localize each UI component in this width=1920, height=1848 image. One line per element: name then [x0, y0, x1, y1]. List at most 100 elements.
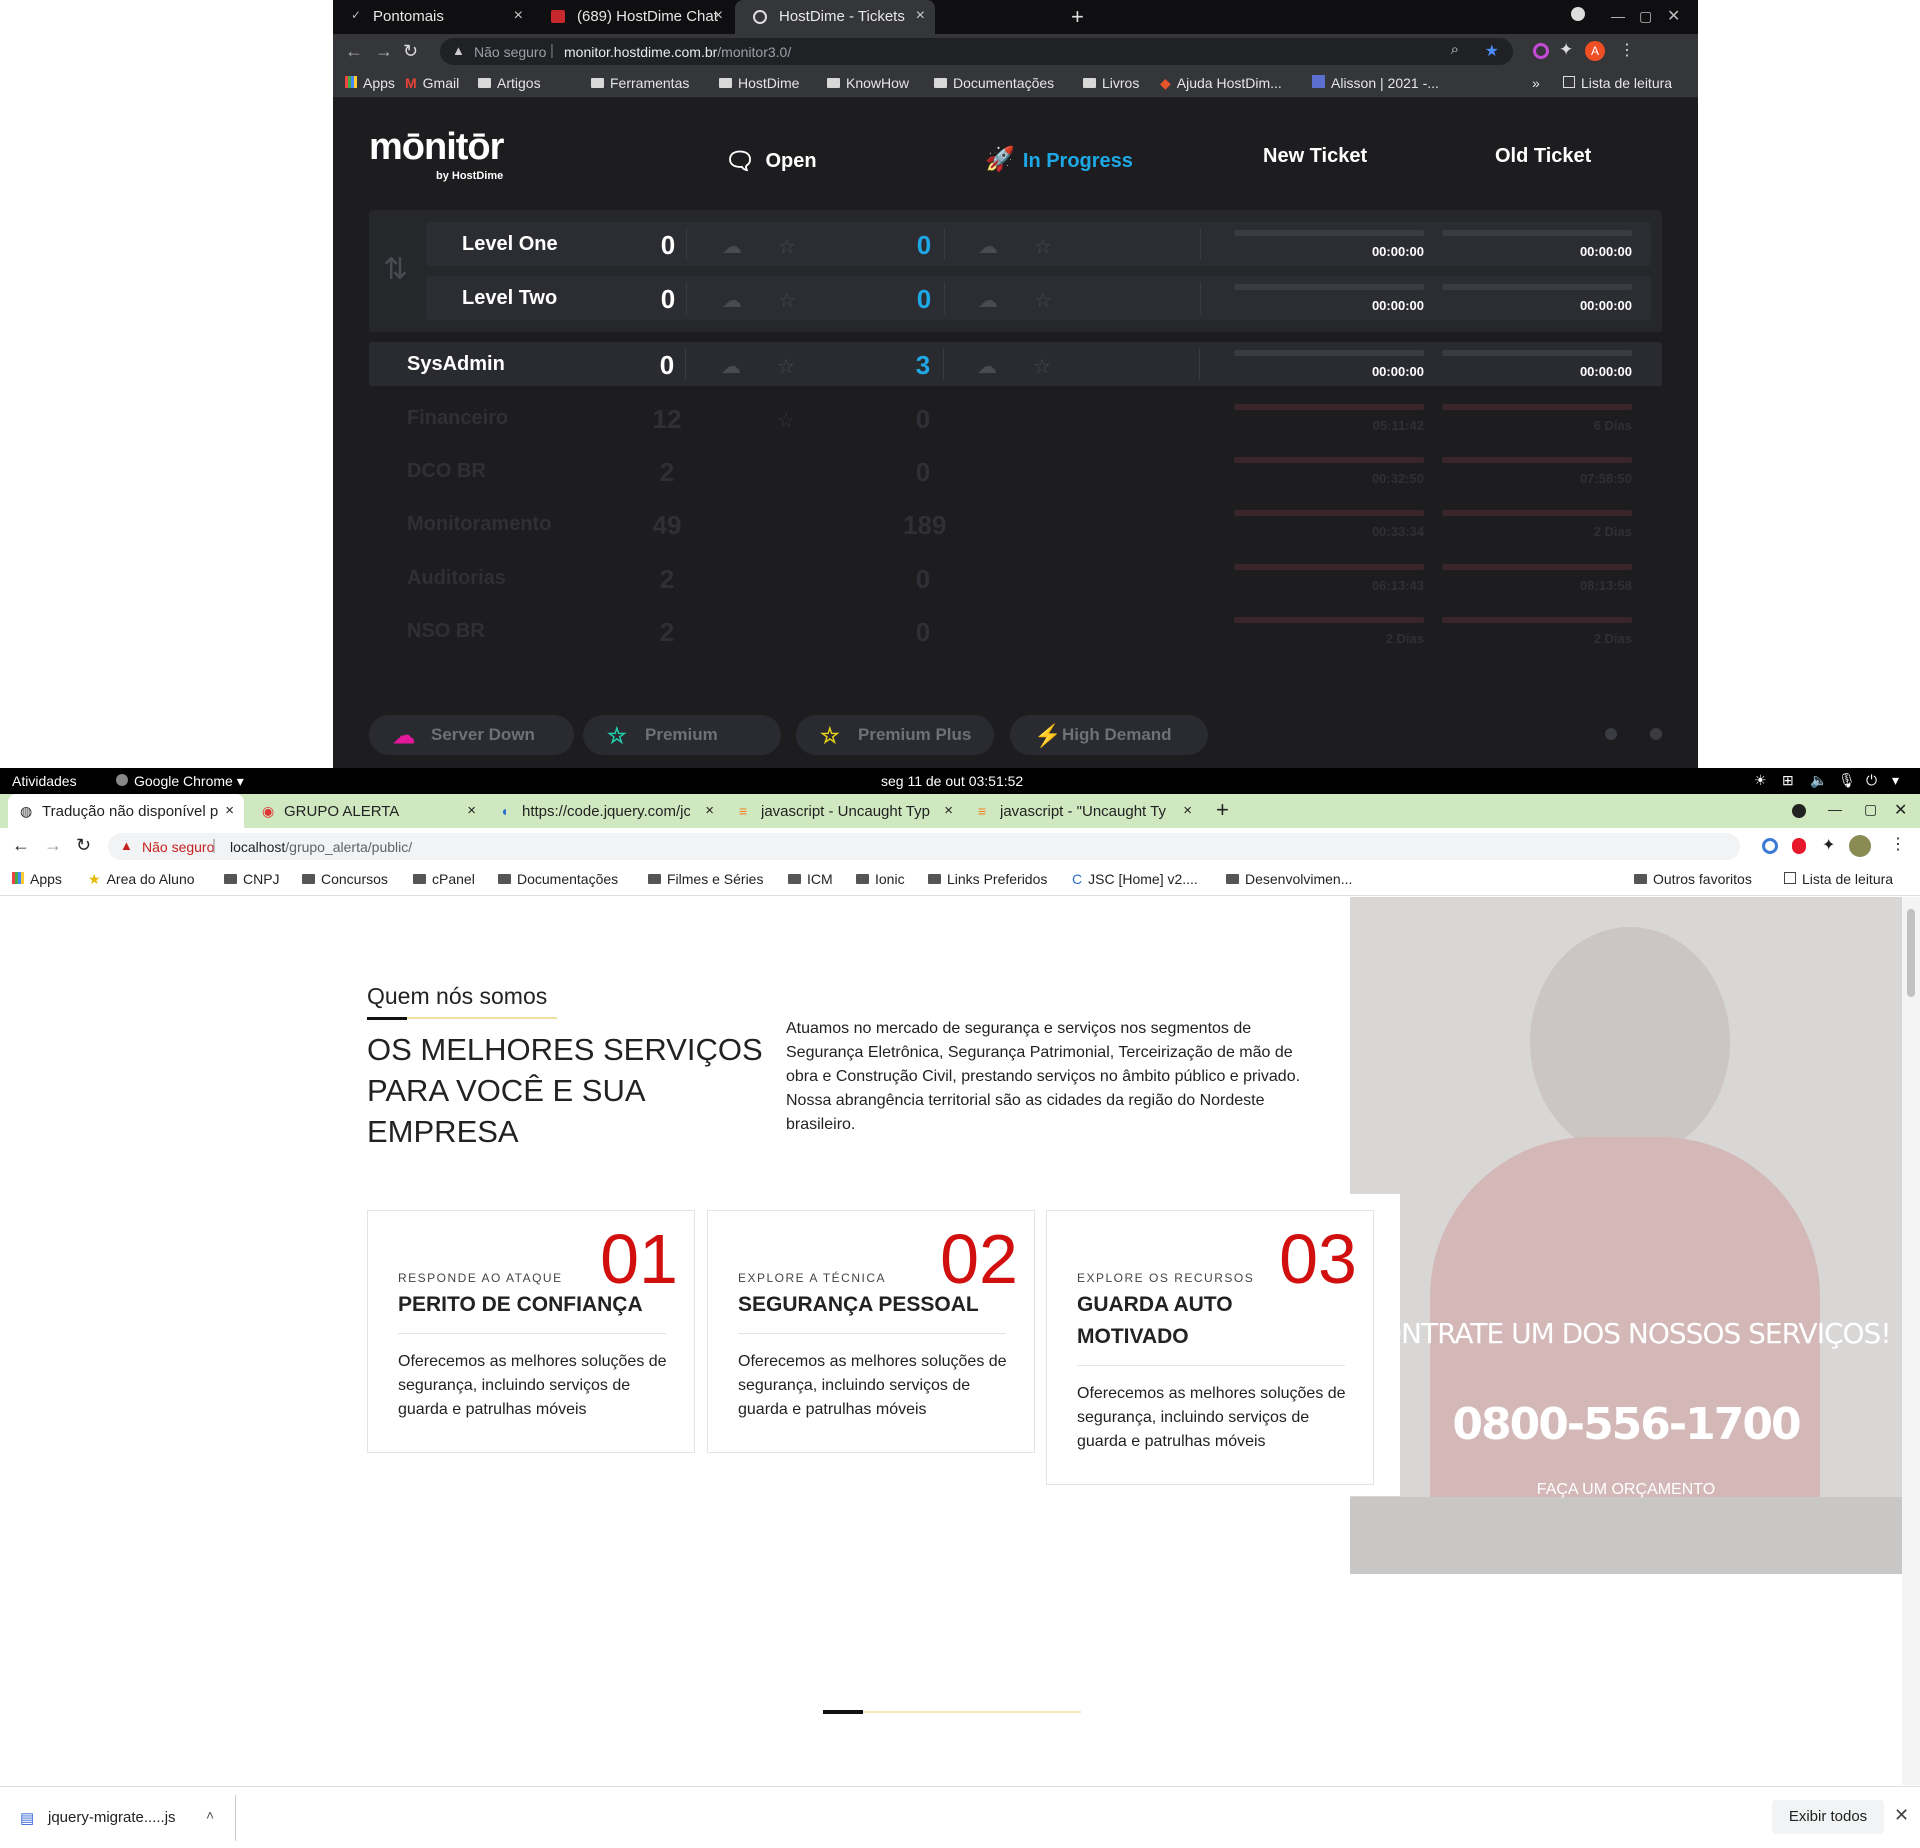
- bookmark-area-aluno[interactable]: ★ Area do Aluno: [88, 871, 195, 888]
- nav-old-ticket[interactable]: Old Ticket: [1495, 145, 1591, 168]
- reload-icon[interactable]: ↻: [403, 41, 418, 62]
- back-icon[interactable]: ←: [12, 835, 30, 856]
- app-menu[interactable]: Google Chrome ▾: [116, 773, 244, 790]
- volume-icon[interactable]: 🔈: [1810, 772, 1827, 789]
- nav-in-progress[interactable]: 🚀 In Progress: [985, 145, 1133, 174]
- bookmark-artigos[interactable]: Artigos: [478, 75, 541, 91]
- nav-open[interactable]: 🗨 Open: [725, 145, 817, 175]
- bookmark-livros[interactable]: Livros: [1083, 75, 1139, 91]
- bookmark-apps[interactable]: Apps: [345, 75, 395, 91]
- minimize-icon[interactable]: —: [1611, 8, 1625, 24]
- tab-stackoverflow-1[interactable]: ≡ javascript - Uncaught Typ ×: [727, 794, 963, 828]
- tab-hostdime-tickets[interactable]: HostDime - Tickets ×: [735, 0, 935, 34]
- bookmark-links-preferidos[interactable]: Links Preferidos: [928, 871, 1047, 887]
- scrollbar[interactable]: [1902, 897, 1920, 1785]
- search-icon[interactable]: ⌕: [1451, 41, 1459, 58]
- close-tab-icon[interactable]: ×: [714, 7, 723, 25]
- legend-server-down[interactable]: ☁ Server Down: [369, 715, 574, 755]
- puzzle-icon[interactable]: ✦: [1559, 40, 1573, 60]
- legend-premium[interactable]: ☆ Premium: [583, 715, 781, 755]
- bookmark-documentacoes[interactable]: Documentações: [934, 75, 1054, 91]
- close-window-icon[interactable]: ✕: [1894, 800, 1907, 820]
- network-icon[interactable]: ⊞: [1782, 772, 1794, 789]
- download-item[interactable]: jquery-migrate.....js: [48, 1809, 176, 1826]
- address-bar[interactable]: ▲ Não seguro | monitor.hostdime.com.br/m…: [440, 38, 1513, 65]
- tab-jquery[interactable]: ◖ https://code.jquery.com/jc ×: [488, 794, 724, 828]
- forward-icon[interactable]: →: [375, 41, 393, 62]
- avatar[interactable]: [1849, 835, 1871, 857]
- carousel-dot[interactable]: [1650, 728, 1662, 740]
- service-card[interactable]: 01 RESPONDE AO ATAQUE PERITO DE CONFIANÇ…: [367, 1210, 695, 1453]
- new-tab-icon[interactable]: +: [1071, 4, 1084, 30]
- bookmark-knowhow[interactable]: KnowHow: [827, 75, 909, 91]
- profile-menu-icon[interactable]: [1792, 804, 1806, 818]
- show-all-button[interactable]: Exibir todos: [1772, 1800, 1884, 1834]
- bookmark-documentacoes[interactable]: Documentações: [498, 871, 618, 887]
- bookmark-concursos[interactable]: Concursos: [302, 871, 388, 887]
- reload-icon[interactable]: ↻: [76, 835, 91, 856]
- bookmark-apps[interactable]: Apps: [12, 871, 62, 887]
- menu-icon[interactable]: ⋮: [1619, 40, 1635, 60]
- scrollbar-thumb[interactable]: [1907, 909, 1915, 997]
- close-window-icon[interactable]: ✕: [1667, 6, 1680, 26]
- bookmark-reading-list[interactable]: Lista de leitura: [1784, 871, 1893, 887]
- star-icon[interactable]: ★: [1485, 41, 1499, 61]
- chevron-up-icon[interactable]: ˄: [206, 1807, 214, 1823]
- bookmark-cpanel[interactable]: cPanel: [413, 871, 475, 887]
- back-icon[interactable]: ←: [345, 41, 363, 62]
- puzzle-icon[interactable]: ✦: [1822, 835, 1835, 855]
- address-bar[interactable]: ▲ Não seguro | localhost/grupo_alerta/pu…: [108, 833, 1740, 860]
- bookmark-cnpj[interactable]: CNPJ: [224, 871, 280, 887]
- profile-menu-icon[interactable]: [1571, 7, 1585, 21]
- slider-progress-indicator[interactable]: [823, 1710, 863, 1714]
- bookmark-desenvolvimento[interactable]: Desenvolvimen...: [1226, 871, 1352, 887]
- cta-phone[interactable]: 0800-556-1700: [1350, 1399, 1902, 1450]
- bookmark-ajuda-hostdime[interactable]: ◆ Ajuda HostDim...: [1160, 75, 1282, 92]
- bookmark-icm[interactable]: ICM: [788, 871, 833, 887]
- legend-premium-plus[interactable]: ☆ Premium Plus: [796, 715, 994, 755]
- bookmark-alisson[interactable]: Alisson | 2021 -...: [1312, 75, 1439, 91]
- restore-icon[interactable]: ▢: [1639, 8, 1652, 25]
- bookmark-filmes[interactable]: Filmes e Séries: [648, 871, 763, 887]
- bookmarks-overflow-icon[interactable]: »: [1532, 75, 1540, 91]
- legend-high-demand[interactable]: ⚡ High Demand: [1010, 715, 1208, 755]
- service-card[interactable]: 02 EXPLORE A TÉCNICA SEGURANÇA PESSOAL O…: [707, 1210, 1035, 1453]
- bookmark-outros-favoritos[interactable]: Outros favoritos: [1634, 871, 1752, 887]
- close-tab-icon[interactable]: ×: [1183, 802, 1192, 819]
- power-icon[interactable]: ⏻: [1866, 772, 1877, 789]
- close-tab-icon[interactable]: ×: [225, 802, 234, 819]
- forward-icon[interactable]: →: [44, 835, 62, 856]
- nav-new-ticket[interactable]: New Ticket: [1263, 145, 1367, 168]
- bookmark-reading-list[interactable]: Lista de leitura: [1563, 75, 1672, 91]
- close-tab-icon[interactable]: ×: [467, 802, 476, 819]
- bookmark-ionic[interactable]: Ionic: [856, 871, 905, 887]
- bookmark-hostdime[interactable]: HostDime: [719, 75, 799, 91]
- restore-icon[interactable]: ▢: [1864, 801, 1877, 818]
- menu-icon[interactable]: ⋮: [1890, 834, 1906, 854]
- close-tab-icon[interactable]: ×: [705, 802, 714, 819]
- service-card[interactable]: 03 EXPLORE OS RECURSOS GUARDA AUTO MOTIV…: [1046, 1210, 1374, 1485]
- bookmark-ferramentas[interactable]: Ferramentas: [591, 75, 689, 91]
- extension-icon[interactable]: [1762, 838, 1778, 854]
- bookmark-jsc[interactable]: C JSC [Home] v2....: [1072, 871, 1198, 887]
- close-tab-icon[interactable]: ×: [944, 802, 953, 819]
- sort-arrows-icon[interactable]: ⇅: [383, 252, 408, 287]
- extension-icon[interactable]: [1533, 43, 1549, 59]
- activities-button[interactable]: Atividades: [12, 773, 77, 789]
- minimize-icon[interactable]: —: [1828, 801, 1842, 817]
- bookmark-gmail[interactable]: M Gmail: [405, 75, 459, 91]
- close-tab-icon[interactable]: ×: [514, 7, 523, 25]
- clock[interactable]: seg 11 de out 03:51:52: [881, 773, 1023, 789]
- tab-stackoverflow-2[interactable]: ≡ javascript - "Uncaught Ty ×: [966, 794, 1202, 828]
- cta-quote-link[interactable]: FAÇA UM ORÇAMENTO: [1350, 1481, 1902, 1499]
- system-menu-icon[interactable]: ▾: [1892, 772, 1899, 789]
- close-tab-icon[interactable]: ×: [916, 7, 925, 25]
- tab-traducao[interactable]: ◍ Tradução não disponível p ×: [8, 794, 244, 828]
- close-icon[interactable]: ✕: [1894, 1805, 1909, 1826]
- avatar[interactable]: A: [1585, 41, 1605, 61]
- tab-hostdime-chat[interactable]: (689) HostDime Chat ×: [533, 0, 733, 34]
- opera-extension-icon[interactable]: [1792, 838, 1806, 854]
- tab-grupo-alerta[interactable]: ◉ GRUPO ALERTA ×: [250, 794, 486, 828]
- new-tab-icon[interactable]: +: [1216, 797, 1229, 823]
- tab-pontomais[interactable]: ✓ Pontomais ×: [333, 0, 533, 34]
